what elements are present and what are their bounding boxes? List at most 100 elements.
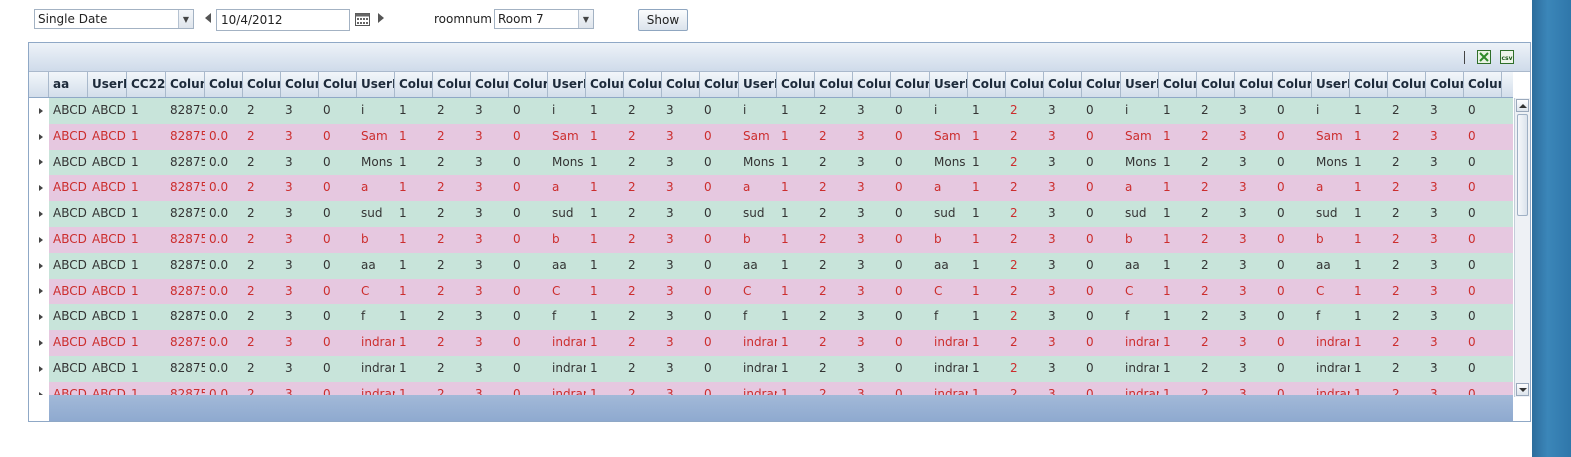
- table-cell[interactable]: 3: [471, 150, 509, 176]
- table-cell[interactable]: a: [930, 175, 968, 201]
- table-cell[interactable]: 0: [700, 227, 739, 253]
- table-cell[interactable]: b: [357, 227, 395, 253]
- table-cell[interactable]: 2: [433, 175, 471, 201]
- table-cell[interactable]: 1: [1350, 304, 1388, 330]
- table-cell[interactable]: indrar: [1312, 330, 1350, 356]
- table-cell[interactable]: 2: [1197, 124, 1235, 150]
- table-cell[interactable]: 0: [891, 382, 930, 395]
- table-cell[interactable]: sud: [739, 201, 777, 227]
- table-cell[interactable]: Sam: [357, 124, 395, 150]
- table-cell[interactable]: i: [548, 98, 586, 124]
- table-cell[interactable]: b: [548, 227, 586, 253]
- table-cell[interactable]: 0: [700, 382, 739, 395]
- table-cell[interactable]: 0: [1082, 304, 1121, 330]
- table-cell[interactable]: 3: [471, 330, 509, 356]
- table-cell[interactable]: f: [1312, 304, 1350, 330]
- table-cell[interactable]: 0.0: [205, 124, 243, 150]
- table-cell[interactable]: 0.0: [205, 279, 243, 305]
- table-cell[interactable]: ABCD: [88, 382, 127, 395]
- table-cell[interactable]: a: [1121, 175, 1159, 201]
- table-cell[interactable]: 0: [319, 150, 357, 176]
- table-cell[interactable]: 2: [1388, 98, 1426, 124]
- table-cell[interactable]: 2: [433, 227, 471, 253]
- column-header[interactable]: Colun: [968, 72, 1006, 97]
- table-cell[interactable]: 82875: [166, 304, 205, 330]
- table-cell[interactable]: 1: [127, 279, 166, 305]
- table-cell[interactable]: 3: [471, 279, 509, 305]
- scroll-down-icon[interactable]: [1516, 383, 1529, 396]
- table-cell[interactable]: indrar: [930, 382, 968, 395]
- table-cell[interactable]: 2: [1388, 201, 1426, 227]
- table-cell[interactable]: indrar: [357, 382, 395, 395]
- table-cell[interactable]: 1: [127, 98, 166, 124]
- table-cell[interactable]: 0: [319, 201, 357, 227]
- table-cell[interactable]: C: [739, 279, 777, 305]
- table-cell[interactable]: 3: [471, 253, 509, 279]
- column-header[interactable]: Colur: [205, 72, 243, 97]
- csv-export-icon[interactable]: csv: [1500, 50, 1514, 64]
- table-cell[interactable]: sud: [548, 201, 586, 227]
- table-cell[interactable]: 82875: [166, 175, 205, 201]
- table-cell[interactable]: sud: [930, 201, 968, 227]
- table-cell[interactable]: f: [357, 304, 395, 330]
- table-cell[interactable]: indrar: [1312, 356, 1350, 382]
- table-cell[interactable]: 3: [471, 382, 509, 395]
- table-cell[interactable]: 2: [1197, 382, 1235, 395]
- table-cell[interactable]: 0: [319, 356, 357, 382]
- table-cell[interactable]: 3: [281, 201, 319, 227]
- table-cell[interactable]: 0: [700, 175, 739, 201]
- table-cell[interactable]: 1: [777, 253, 815, 279]
- column-header[interactable]: Colun: [1044, 72, 1082, 97]
- table-cell[interactable]: 2: [624, 175, 662, 201]
- table-cell[interactable]: 3: [1426, 356, 1464, 382]
- date-mode-select[interactable]: Single Date ▼: [34, 9, 194, 29]
- table-cell[interactable]: 1: [586, 175, 624, 201]
- table-cell[interactable]: 3: [1235, 227, 1273, 253]
- table-cell[interactable]: 3: [1235, 175, 1273, 201]
- table-cell[interactable]: 0: [1273, 227, 1312, 253]
- table-cell[interactable]: 3: [853, 150, 891, 176]
- table-cell[interactable]: 1: [586, 382, 624, 395]
- table-cell[interactable]: 3: [471, 98, 509, 124]
- table-cell[interactable]: 3: [281, 253, 319, 279]
- column-header[interactable]: Colur: [1464, 72, 1502, 97]
- table-cell[interactable]: 2: [1006, 150, 1044, 176]
- column-header[interactable]: UserN: [1121, 72, 1159, 97]
- table-cell[interactable]: 3: [662, 279, 700, 305]
- table-cell[interactable]: 0: [509, 382, 548, 395]
- table-cell[interactable]: 2: [815, 279, 853, 305]
- table-cell[interactable]: 3: [662, 98, 700, 124]
- table-cell[interactable]: 1: [127, 382, 166, 395]
- table-cell[interactable]: 1: [1350, 330, 1388, 356]
- table-cell[interactable]: indrar: [1121, 356, 1159, 382]
- table-cell[interactable]: 0: [700, 279, 739, 305]
- table-cell[interactable]: 0: [891, 279, 930, 305]
- table-cell[interactable]: indrar: [357, 356, 395, 382]
- row-expand-icon[interactable]: [29, 201, 49, 227]
- table-row[interactable]: ABCD ABCD 1 82875 0.0 2 3 0 indrar 1 2 3 0 indrar 1 2 3 0…: [29, 330, 1513, 356]
- table-cell[interactable]: 0: [1464, 330, 1502, 356]
- table-cell[interactable]: ABCD: [49, 175, 88, 201]
- table-cell[interactable]: 2: [624, 124, 662, 150]
- table-cell[interactable]: 0: [1082, 175, 1121, 201]
- table-cell[interactable]: 0: [891, 124, 930, 150]
- table-cell[interactable]: 0: [1082, 150, 1121, 176]
- table-cell[interactable]: 3: [853, 124, 891, 150]
- table-cell[interactable]: 2: [243, 227, 281, 253]
- table-cell[interactable]: 1: [1159, 330, 1197, 356]
- table-cell[interactable]: ABCD: [88, 175, 127, 201]
- table-cell[interactable]: 3: [1044, 382, 1082, 395]
- table-cell[interactable]: 2: [243, 201, 281, 227]
- table-cell[interactable]: 3: [1426, 279, 1464, 305]
- table-cell[interactable]: 3: [1426, 150, 1464, 176]
- table-cell[interactable]: 1: [777, 201, 815, 227]
- table-cell[interactable]: 1: [1159, 356, 1197, 382]
- table-cell[interactable]: 1: [777, 330, 815, 356]
- table-cell[interactable]: 3: [853, 330, 891, 356]
- table-cell[interactable]: 3: [853, 201, 891, 227]
- table-cell[interactable]: 0: [700, 124, 739, 150]
- table-cell[interactable]: 2: [1388, 356, 1426, 382]
- table-cell[interactable]: 1: [968, 330, 1006, 356]
- table-cell[interactable]: 2: [433, 382, 471, 395]
- table-cell[interactable]: 0: [1273, 356, 1312, 382]
